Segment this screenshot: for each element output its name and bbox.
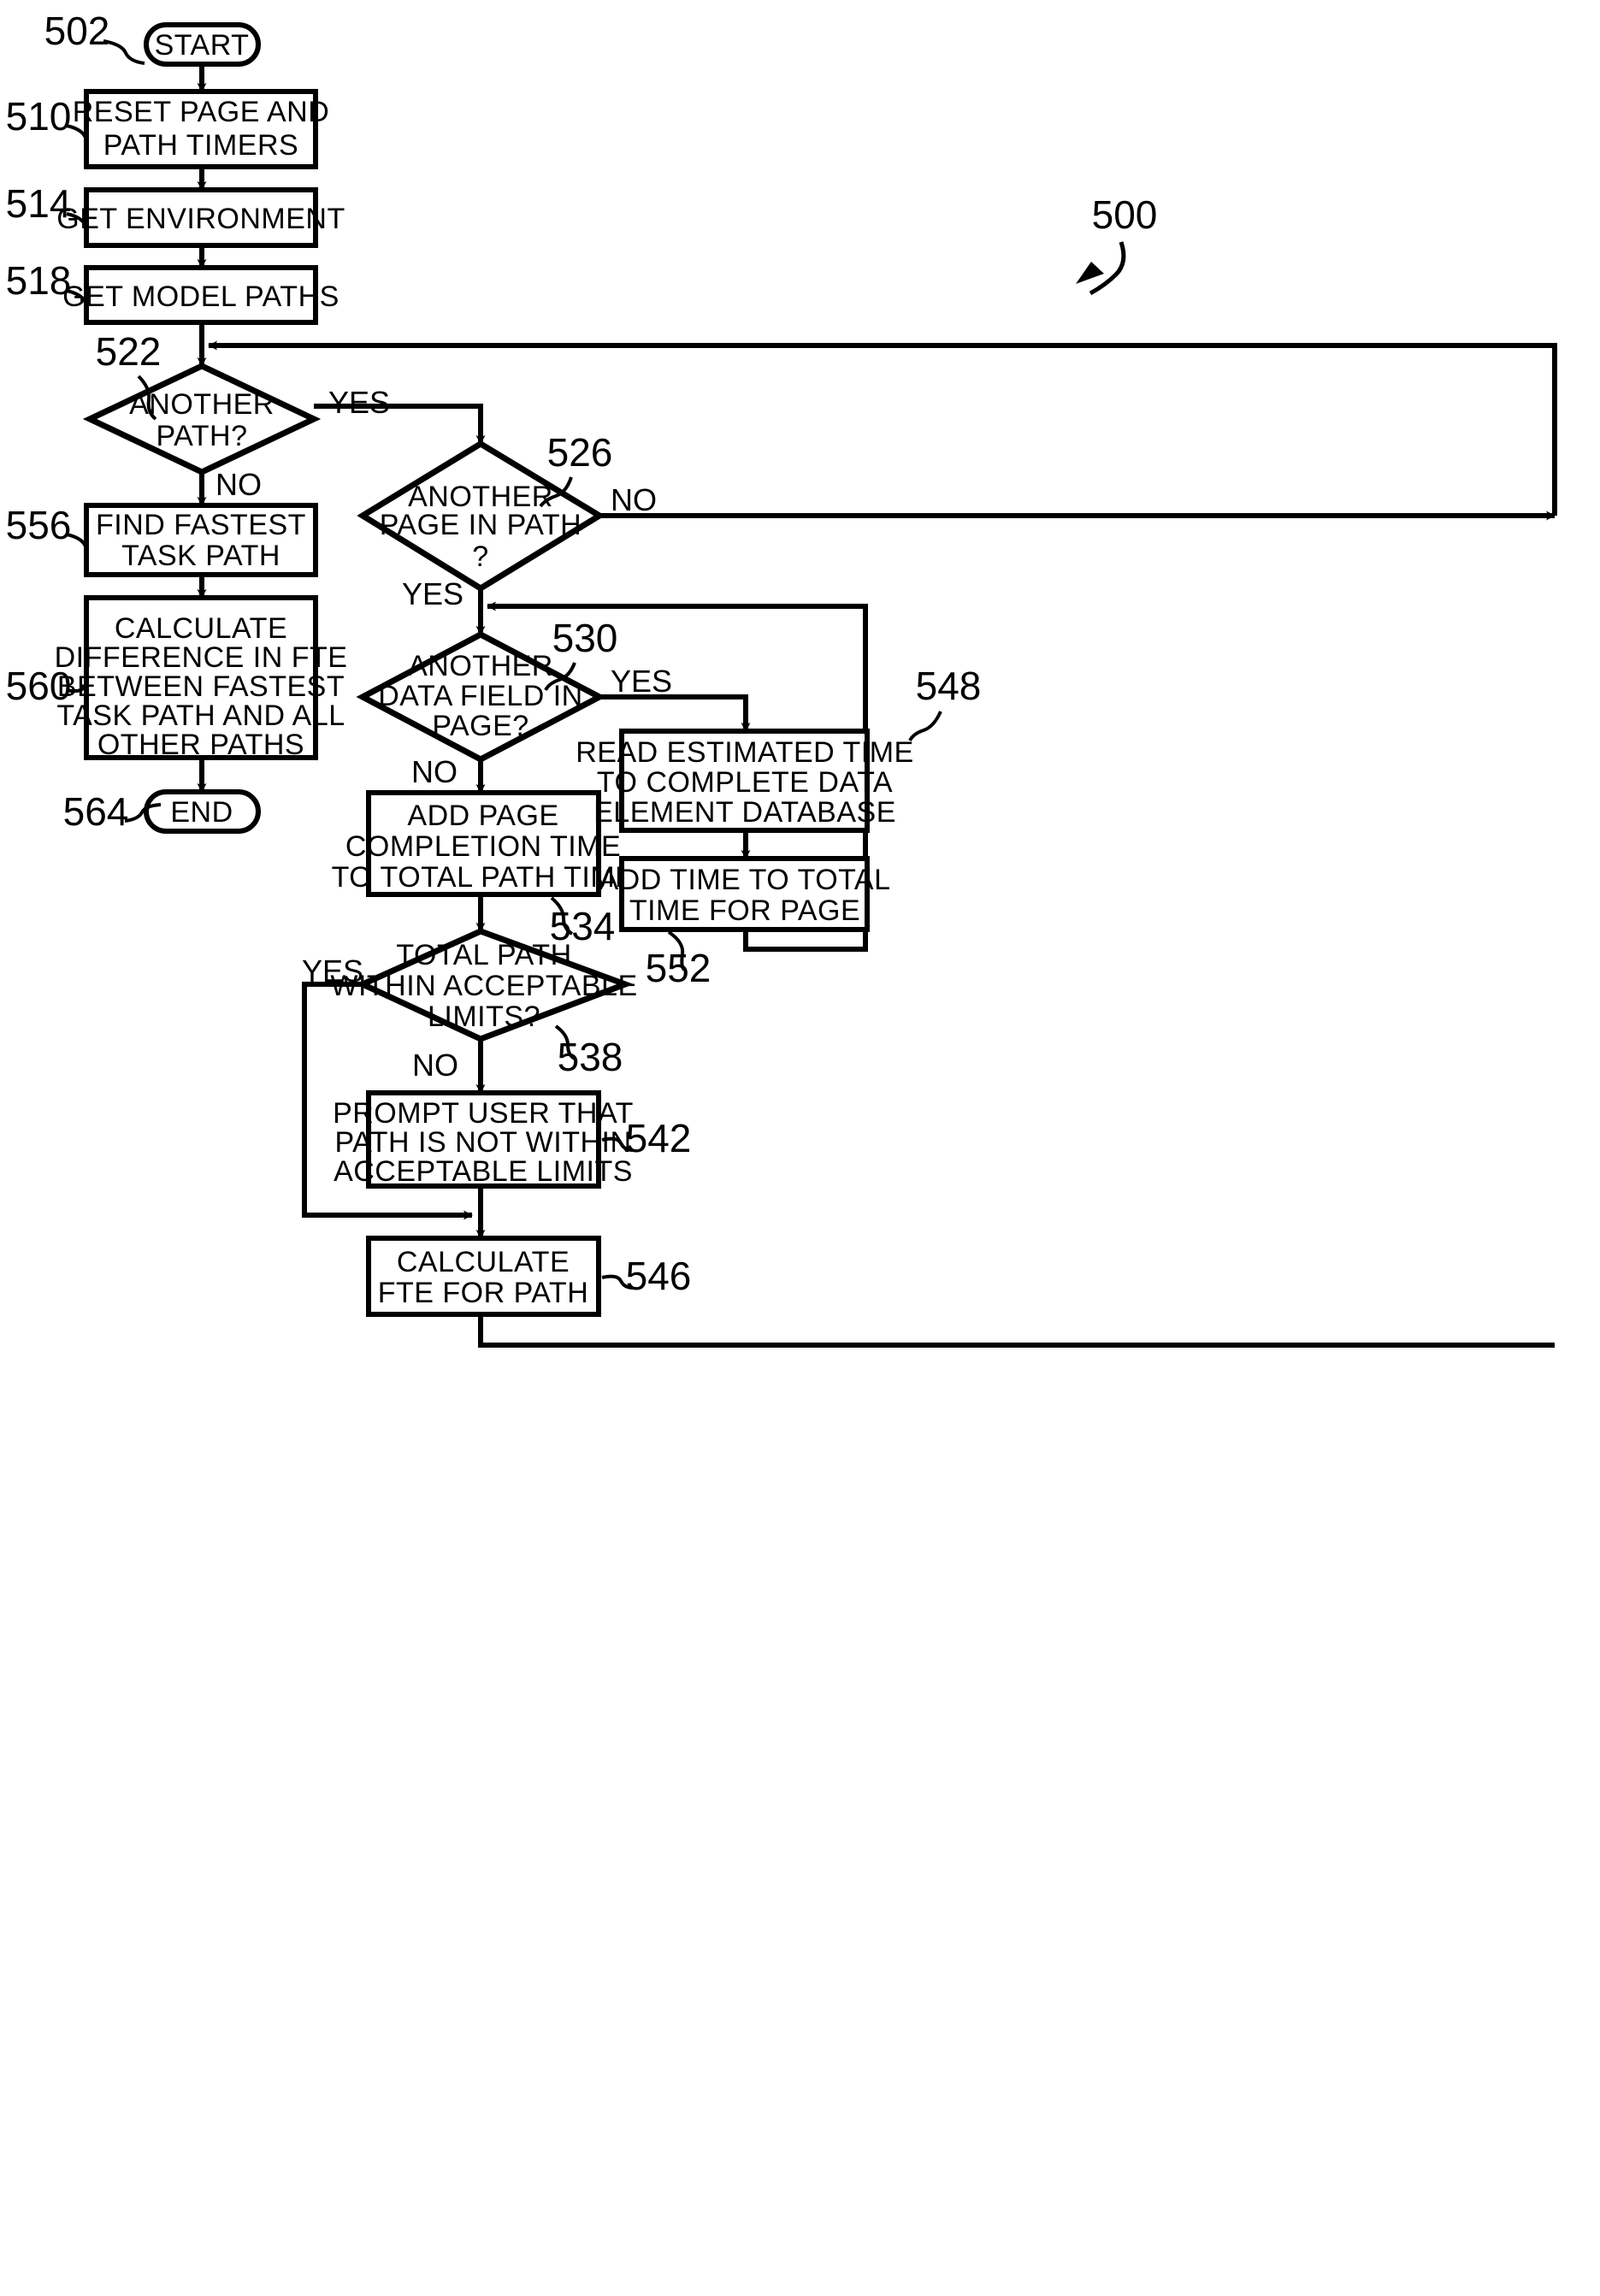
ref-518-label: 518 [6,258,72,303]
edge-label-page-no: NO [611,482,657,517]
ref-538: 538 [554,1024,623,1079]
node-read-est-line1: READ ESTIMATED TIME [576,736,914,769]
node-get-environment: GET ENVIRONMENT [56,187,345,248]
node-calc-diff-line5: OTHER PATHS [97,729,304,761]
node-calc-fte-line2: FTE FOR PATH [378,1277,589,1309]
edge-label-path-no: NO [215,467,262,502]
node-read-est-line3: ELEMENT DATABASE [593,796,896,829]
node-read-estimated-time: READ ESTIMATED TIME TO COMPLETE DATA ELE… [576,729,914,833]
node-prompt-line3: ACCEPTABLE LIMITS [334,1155,633,1188]
node-get-model-paths: GET MODEL PATHS [62,265,339,325]
edge-anotherfield-yes [599,694,751,732]
node-prompt-line1: PROMPT USER THAT [333,1097,634,1130]
ref-556: 556 [6,503,89,564]
node-another-field-line3: PAGE? [432,710,528,742]
node-reset-line2: PATH TIMERS [103,129,298,162]
figure-ref-500: 500 [1076,192,1158,296]
edge-label-limits-yes: YES [302,953,363,989]
node-find-fastest-line2: TASK PATH [121,540,280,572]
node-add-time-for-page: ADD TIME TO TOTAL TIME FOR PAGE [599,856,890,932]
node-another-page-line2: PAGE IN PATH [380,509,582,541]
node-end: END [144,789,261,834]
node-add-time-line2: TIME FOR PAGE [629,894,860,927]
edge-calcfte-return [478,1314,1555,1348]
node-calc-fte-line1: CALCULATE [397,1246,570,1278]
node-find-fastest-task-path: FIND FASTEST TASK PATH [84,503,318,577]
node-get-env-line1: GET ENVIRONMENT [56,203,345,235]
node-end-label: END [170,796,233,829]
node-another-path-line2: PATH? [156,420,247,452]
ref-510-label: 510 [6,94,72,139]
figure-ref-500-label: 500 [1092,192,1158,237]
ref-546: 546 [601,1254,692,1298]
node-read-est-line2: TO COMPLETE DATA [597,766,893,799]
node-limits-line3: LIMITS? [428,1000,540,1033]
node-calc-diff-line3: BETWEEN FASTEST [57,670,345,703]
ref-552: 552 [646,930,711,990]
node-start-label: START [155,29,250,62]
node-find-fastest-line1: FIND FASTEST [96,509,306,541]
ref-502-label: 502 [44,9,110,53]
edge-label-path-yes: YES [328,385,390,420]
node-add-time-line1: ADD TIME TO TOTAL [599,864,890,896]
node-prompt-user: PROMPT USER THAT PATH IS NOT WITHIN ACCE… [333,1090,634,1189]
node-start: START [144,22,261,67]
node-add-page-time: ADD PAGE COMPLETION TIME TO TOTAL PATH T… [332,790,635,897]
node-another-field-line1: ANOTHER [408,650,553,682]
ref-502: 502 [44,9,145,65]
node-reset-timers: RESET PAGE AND PATH TIMERS [73,89,330,169]
ref-526-label: 526 [547,430,613,475]
ref-542-label: 542 [626,1116,692,1160]
flowchart-figure: START 502 RESET PAGE AND PATH TIMERS 510… [0,0,1600,2296]
node-another-path-decision: ANOTHER PATH? [82,363,322,475]
ref-548: 548 [908,664,982,741]
node-another-page-line3: ? [472,540,488,573]
node-limits-line1: TOTAL PATH [396,939,571,971]
node-calculate-difference: CALCULATE DIFFERENCE IN FTE BETWEEN FAST… [55,595,348,761]
node-add-page-time-line1: ADD PAGE [407,800,558,832]
node-get-paths-line1: GET MODEL PATHS [62,280,339,313]
ref-564-label: 564 [63,789,129,834]
ref-560-label: 560 [6,664,72,708]
node-limits-line2: WITHIN ACCEPTABLE [330,970,637,1002]
edge-label-field-yes: YES [611,664,672,699]
node-calc-diff-line4: TASK PATH AND ALL [56,699,345,732]
node-reset-line1: RESET PAGE AND [73,96,330,128]
node-prompt-line2: PATH IS NOT WITHIN [334,1126,631,1159]
edge-label-field-no: NO [411,754,458,789]
ref-552-label: 552 [646,946,711,990]
ref-548-label: 548 [916,664,982,708]
edge-label-page-yes: YES [402,576,463,611]
node-add-page-time-line2: COMPLETION TIME [345,830,621,863]
ref-530-label: 530 [552,616,618,660]
ref-514-label: 514 [6,181,72,226]
ref-546-label: 546 [626,1254,692,1298]
edge-label-limits-no: NO [412,1048,458,1083]
ref-556-label: 556 [6,503,72,547]
node-calc-diff-line1: CALCULATE [115,612,287,645]
ref-522-label: 522 [96,329,162,374]
node-add-page-time-line3: TO TOTAL PATH TIME [332,861,635,894]
node-calculate-fte: CALCULATE FTE FOR PATH [366,1236,601,1317]
node-calc-diff-line2: DIFFERENCE IN FTE [55,641,348,674]
